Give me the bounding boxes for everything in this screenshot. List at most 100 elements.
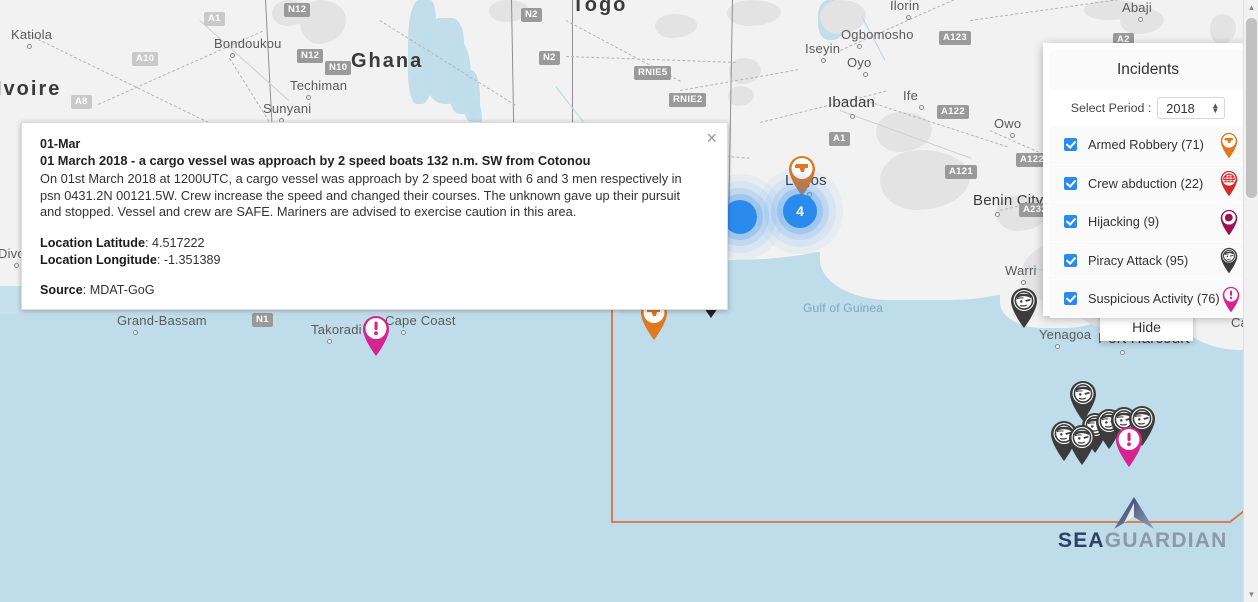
road-shield-icon: A123 [939, 31, 971, 45]
map-city-label: Ogbomosho [841, 27, 914, 42]
incident-category-row[interactable]: Crew abduction (22) [1050, 164, 1246, 202]
category-checkbox[interactable] [1064, 292, 1077, 306]
category-checkbox[interactable] [1064, 176, 1077, 190]
seaguardian-logo: SEAGUARDIAN [1050, 497, 1230, 555]
category-checkbox[interactable] [1064, 215, 1077, 229]
map-city-label: Ibadan [828, 94, 876, 111]
pirate-marker-icon [1218, 246, 1240, 274]
map-marker-suspicious-activity[interactable] [359, 313, 393, 357]
map-country-label: Ghana [351, 50, 424, 72]
road-shield-icon: A122 [937, 105, 969, 119]
map-marker-armed-robbery[interactable] [785, 153, 819, 197]
road-shield-icon: RNIE5 [634, 66, 672, 80]
city-dot [27, 44, 32, 49]
category-label: Armed Robbery (71) [1088, 137, 1204, 153]
road-shield-icon: RNIE2 [669, 93, 707, 107]
road-shield-icon: N12 [284, 3, 311, 17]
city-dot [906, 15, 911, 20]
incident-info-popup: × 01-Mar 01 March 2018 - a cargo vessel … [21, 122, 728, 310]
road-shield-icon: A121 [945, 165, 977, 179]
latitude-label: Location Latitude [40, 235, 145, 250]
period-value: 2018 [1166, 100, 1195, 116]
hide-button-label: Hide [1132, 319, 1161, 335]
popup-date: 01-Mar [40, 137, 81, 151]
city-dot [863, 72, 868, 77]
category-label: Crew abduction (22) [1088, 175, 1204, 191]
category-label: Piracy Attack (95) [1088, 252, 1189, 268]
close-icon[interactable]: × [706, 129, 717, 147]
cage-marker-icon [1218, 169, 1240, 197]
incident-cluster-marker[interactable]: 4 [783, 194, 817, 228]
road-shield-icon: A10 [132, 52, 159, 66]
popup-longitude: Location Longitude: -1.351389 [40, 252, 709, 269]
city-dot [1010, 133, 1015, 138]
incidents-panel: Incidents Select Period : 2018 ▲ ▼ Armed … [1043, 43, 1253, 318]
road-shield-icon: N2 [521, 8, 542, 22]
exclamation-marker-icon [1220, 285, 1242, 313]
category-checkbox[interactable] [1064, 138, 1077, 152]
popup-description: On 01st March 2018 at 1200UTC, a cargo v… [40, 171, 682, 219]
map-city-label: Sunyani [263, 101, 312, 116]
road-shield-icon: N2 [539, 51, 560, 65]
incident-category-row[interactable]: Hijacking (9) [1050, 203, 1246, 241]
incident-map-application: GhanaTogoIvoireIbadanBenin CityLagosPort… [0, 0, 1258, 602]
road-shield-icon: A1 [829, 132, 850, 146]
city-dot [995, 212, 1000, 217]
road-shield-icon: N10 [325, 61, 352, 75]
incident-category-row[interactable]: Armed Robbery (71) [1050, 126, 1246, 164]
longitude-label: Location Longitude [40, 252, 157, 267]
city-dot [327, 339, 332, 344]
city-dot [1055, 344, 1060, 349]
period-label: Select Period : [1070, 101, 1152, 115]
scroll-down-arrow-icon[interactable]: ▼ [1244, 587, 1258, 602]
map-city-label: Oyo [847, 55, 872, 70]
panel-title: Incidents [1050, 50, 1246, 90]
map-city-label: Grand-Bassam [117, 313, 207, 328]
stepper-arrows-icon[interactable]: ▲ ▼ [1211, 102, 1219, 115]
city-dot [14, 263, 19, 268]
city-dot [306, 95, 311, 100]
city-dot [1120, 350, 1125, 355]
incident-cluster-marker[interactable] [723, 200, 757, 234]
road-shield-icon: N1 [252, 313, 273, 327]
popup-headline: 01 March 2018 - a cargo vessel was appro… [40, 153, 591, 168]
popup-latitude: Location Latitude: 4.517222 [40, 235, 709, 252]
road-shield-icon: N12 [297, 49, 324, 63]
fist-marker-icon [1218, 208, 1240, 236]
logo-wordmark: SEAGUARDIAN [1058, 529, 1228, 553]
incident-category-row[interactable]: Suspicious Activity (76) [1050, 280, 1246, 318]
logo-sea-text: SEA [1058, 529, 1105, 552]
map-city-label: Yenagoa [1039, 327, 1092, 342]
incident-category-row[interactable]: Piracy Attack (95) [1050, 241, 1246, 279]
map-city-label: Cape Coast [385, 313, 456, 328]
source-value: : MDAT-GoG [82, 282, 155, 297]
category-label: Hijacking (9) [1088, 214, 1160, 230]
source-label: Source [40, 282, 83, 297]
map-city-label: Iseyin [805, 41, 841, 56]
scroll-up-arrow-icon[interactable]: ▲ [1244, 0, 1258, 15]
category-checkbox[interactable] [1064, 253, 1077, 267]
logo-guardian-text: GUARDIAN [1104, 529, 1228, 552]
period-selector-row: Select Period : 2018 ▲ ▼ [1050, 90, 1246, 126]
map-city-label: Ife [903, 88, 919, 103]
period-select[interactable]: 2018 ▲ ▼ [1157, 97, 1226, 119]
map-city-label: Abaji [1122, 0, 1152, 15]
map-city-label: Takoradi [311, 322, 362, 337]
scrollbar-thumb[interactable] [1246, 18, 1257, 198]
map-marker-suspicious-activity[interactable] [1112, 424, 1146, 468]
gun-marker-icon [1218, 131, 1240, 159]
city-dot [821, 58, 826, 63]
map-city-label: Warri [1005, 263, 1037, 278]
city-dot [1138, 17, 1143, 22]
map-marker-piracy-attack[interactable] [1065, 422, 1099, 466]
map-sea-label: Gulf of Guinea [803, 301, 884, 315]
road-shield-icon: A8 [71, 95, 92, 109]
longitude-value: : -1.351389 [156, 252, 221, 267]
map-marker-piracy-attack[interactable] [1007, 285, 1041, 329]
city-dot [401, 330, 406, 335]
map-city-label: Katiola [11, 27, 53, 42]
incident-category-list: Armed Robbery (71) Crew abduction (22) Hij… [1050, 126, 1246, 318]
page-scrollbar[interactable]: ▲ ▼ [1243, 0, 1258, 602]
map-city-label: Ilorin [890, 0, 920, 13]
city-dot [850, 114, 855, 119]
